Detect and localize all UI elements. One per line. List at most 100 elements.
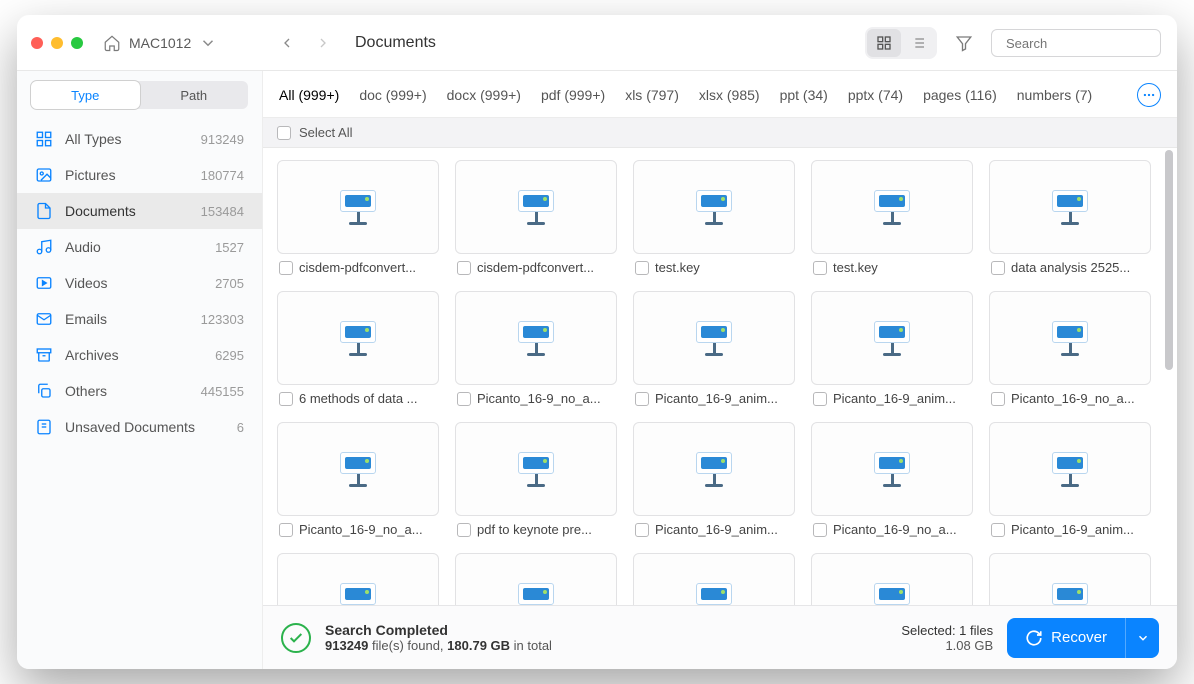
file-checkbox[interactable] <box>991 392 1005 406</box>
sidebar-item-pictures[interactable]: Pictures 180774 <box>17 157 262 193</box>
filter-tab[interactable]: doc (999+) <box>359 87 426 103</box>
sidebar-item-others[interactable]: Others 445155 <box>17 373 262 409</box>
file-checkbox[interactable] <box>279 261 293 275</box>
recover-button[interactable]: Recover <box>1007 618 1125 658</box>
more-filters-button[interactable] <box>1137 83 1161 107</box>
nav-forward-button[interactable] <box>307 27 339 59</box>
keynote-icon <box>339 452 377 487</box>
select-all-checkbox[interactable] <box>277 126 291 140</box>
file-checkbox[interactable] <box>991 523 1005 537</box>
recover-dropdown-button[interactable] <box>1125 618 1159 658</box>
sidebar-tab-path[interactable]: Path <box>140 81 249 109</box>
scrollbar-track <box>1163 148 1175 605</box>
file-label-row: 6 methods of data ... <box>277 391 439 406</box>
sidebar-item-all-types[interactable]: All Types 913249 <box>17 121 262 157</box>
file-card[interactable] <box>633 553 795 605</box>
status-text: Search Completed 913249 file(s) found, 1… <box>325 622 552 653</box>
file-checkbox[interactable] <box>457 392 471 406</box>
minimize-window-button[interactable] <box>51 37 63 49</box>
grid-view-button[interactable] <box>867 29 901 57</box>
file-checkbox[interactable] <box>279 523 293 537</box>
sidebar-item-archives[interactable]: Archives 6295 <box>17 337 262 373</box>
file-card[interactable] <box>455 553 617 605</box>
file-checkbox[interactable] <box>635 261 649 275</box>
file-checkbox[interactable] <box>635 392 649 406</box>
window-controls <box>31 37 83 49</box>
filter-tab[interactable]: pptx (74) <box>848 87 903 103</box>
file-card[interactable] <box>277 553 439 605</box>
file-label-row: Picanto_16-9_anim... <box>811 391 973 406</box>
sidebar-tab-type[interactable]: Type <box>31 81 140 109</box>
file-card[interactable]: Picanto_16-9_no_a... <box>277 422 439 537</box>
file-card[interactable]: 6 methods of data ... <box>277 291 439 406</box>
file-checkbox[interactable] <box>813 261 827 275</box>
sidebar-item-count: 445155 <box>201 384 244 399</box>
filter-tab[interactable]: All (999+) <box>279 87 339 103</box>
file-thumbnail <box>455 422 617 516</box>
file-card[interactable]: test.key <box>633 160 795 275</box>
file-card[interactable]: Picanto_16-9_anim... <box>633 291 795 406</box>
file-card[interactable]: cisdem-pdfconvert... <box>277 160 439 275</box>
image-icon <box>35 166 53 184</box>
sidebar-item-unsaved[interactable]: Unsaved Documents 6 <box>17 409 262 445</box>
list-view-button[interactable] <box>901 29 935 57</box>
file-name: pdf to keynote pre... <box>477 522 615 537</box>
filter-tab[interactable]: xls (797) <box>625 87 679 103</box>
nav-back-button[interactable] <box>271 27 303 59</box>
breadcrumb: Documents <box>355 34 436 52</box>
filter-tab[interactable]: xlsx (985) <box>699 87 760 103</box>
sidebar-item-emails[interactable]: Emails 123303 <box>17 301 262 337</box>
file-card[interactable]: Picanto_16-9_no_a... <box>989 291 1151 406</box>
fullscreen-window-button[interactable] <box>71 37 83 49</box>
file-checkbox[interactable] <box>457 523 471 537</box>
file-checkbox[interactable] <box>279 392 293 406</box>
file-checkbox[interactable] <box>635 523 649 537</box>
file-thumbnail <box>277 422 439 516</box>
file-name: Picanto_16-9_no_a... <box>477 391 615 406</box>
file-grid-scroll[interactable]: cisdem-pdfconvert... cisdem-pdfconvert...… <box>263 148 1177 605</box>
sidebar-item-documents[interactable]: Documents 153484 <box>17 193 262 229</box>
file-card[interactable]: Picanto_16-9_anim... <box>633 422 795 537</box>
file-name: cisdem-pdfconvert... <box>299 260 437 275</box>
file-card[interactable]: Picanto_16-9_no_a... <box>811 422 973 537</box>
file-card[interactable]: data analysis 2525... <box>989 160 1151 275</box>
file-thumbnail <box>633 422 795 516</box>
search-field[interactable] <box>991 29 1161 57</box>
scrollbar-thumb[interactable] <box>1165 150 1173 370</box>
device-selector[interactable]: MAC1012 <box>103 34 217 52</box>
file-checkbox[interactable] <box>813 392 827 406</box>
file-card[interactable] <box>989 553 1151 605</box>
file-card[interactable]: Picanto_16-9_no_a... <box>455 291 617 406</box>
keynote-icon <box>873 452 911 487</box>
file-label-row: Picanto_16-9_anim... <box>989 522 1151 537</box>
close-window-button[interactable] <box>31 37 43 49</box>
file-card[interactable]: test.key <box>811 160 973 275</box>
filter-tab[interactable]: pdf (999+) <box>541 87 605 103</box>
keynote-icon <box>1051 452 1089 487</box>
file-thumbnail <box>811 553 973 605</box>
filter-tab[interactable]: ppt (34) <box>780 87 828 103</box>
sidebar-item-label: Audio <box>65 239 203 255</box>
filter-tab[interactable]: numbers (7) <box>1017 87 1092 103</box>
file-checkbox[interactable] <box>813 523 827 537</box>
file-card[interactable]: Picanto_16-9_anim... <box>989 422 1151 537</box>
keynote-icon <box>339 321 377 356</box>
filter-tab[interactable]: pages (116) <box>923 87 997 103</box>
file-label-row: Picanto_16-9_no_a... <box>277 522 439 537</box>
file-card[interactable]: cisdem-pdfconvert... <box>455 160 617 275</box>
filter-button[interactable] <box>947 28 981 58</box>
search-input[interactable] <box>1006 36 1177 51</box>
file-thumbnail <box>989 422 1151 516</box>
sidebar-item-audio[interactable]: Audio 1527 <box>17 229 262 265</box>
keynote-icon <box>695 583 733 606</box>
file-card[interactable] <box>811 553 973 605</box>
file-checkbox[interactable] <box>991 261 1005 275</box>
sidebar-item-label: All Types <box>65 131 189 147</box>
file-checkbox[interactable] <box>457 261 471 275</box>
chevron-down-icon <box>199 34 217 52</box>
sidebar-item-videos[interactable]: Videos 2705 <box>17 265 262 301</box>
filter-tab[interactable]: docx (999+) <box>447 87 521 103</box>
content-area: Documents All (999+) doc (999+) docx (99… <box>263 71 1177 669</box>
file-card[interactable]: Picanto_16-9_anim... <box>811 291 973 406</box>
file-card[interactable]: pdf to keynote pre... <box>455 422 617 537</box>
